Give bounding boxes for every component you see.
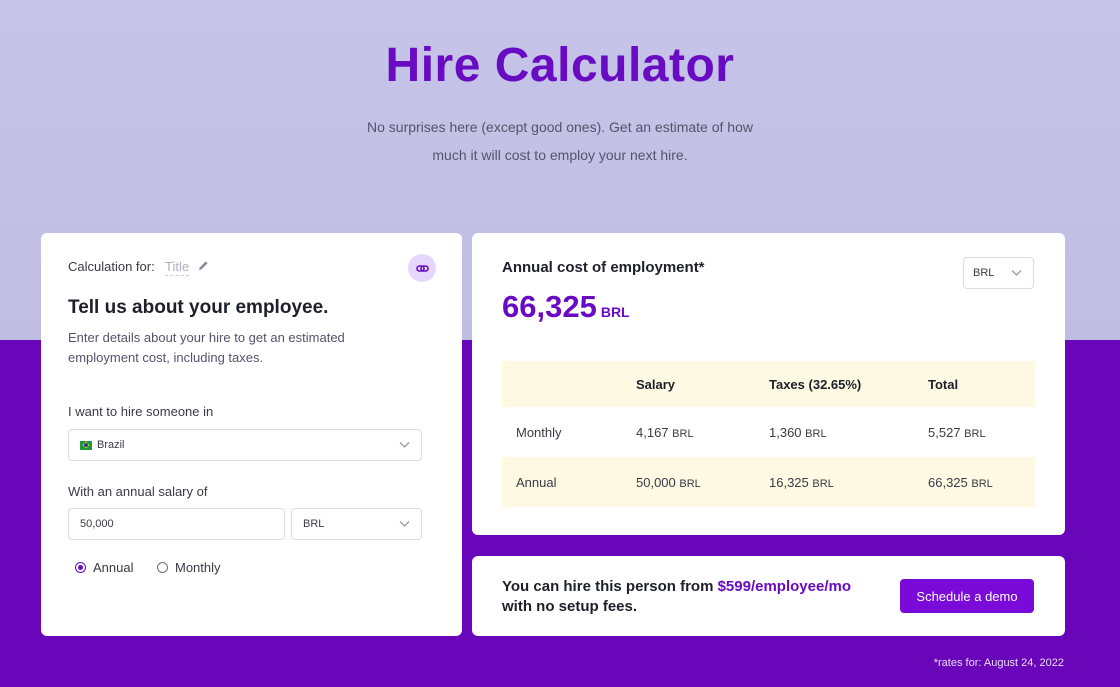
taxes-value: 16,325: [769, 474, 809, 490]
form-heading: Tell us about your employee.: [68, 297, 329, 318]
cost-results-card: Annual cost of employment* BRL 66,325 BRL…: [472, 233, 1065, 535]
table-row: Monthly 4,167 BRL 1,360 BRL 5,527 BRL: [502, 407, 1035, 457]
unit-label: BRL: [672, 427, 694, 440]
salary-label: With an annual salary of: [68, 484, 208, 499]
result-currency-select[interactable]: BRL: [963, 257, 1034, 289]
radio-annual-indicator[interactable]: [75, 562, 86, 573]
subtitle-line-1: No surprises here (except good ones). Ge…: [367, 119, 753, 135]
table-row: Annual 50,000 BRL 16,325 BRL 66,325 BRL: [502, 457, 1035, 507]
annual-cost-amount: 66,325 BRL: [502, 289, 630, 325]
pricing-text-after: with no setup fees.: [502, 598, 638, 615]
subtitle-line-2: much it will cost to employ your next hi…: [432, 147, 688, 163]
chevron-down-icon: [399, 442, 410, 448]
table-header-row: Salary Taxes (32.65%) Total: [502, 361, 1035, 407]
calculation-for-label: Calculation for:: [68, 259, 155, 274]
form-description: Enter details about your hire to get an …: [68, 330, 345, 365]
country-select[interactable]: Brazil: [68, 429, 422, 461]
salary-value: 4,167: [636, 424, 669, 440]
page-subtitle: No surprises here (except good ones). Ge…: [340, 113, 780, 169]
radio-monthly-label: Monthly: [175, 560, 221, 575]
pricing-price: $599/employee/mo: [717, 578, 851, 595]
page-title: Hire Calculator: [385, 39, 735, 92]
employee-form-card: Calculation for: Title Tell us about you…: [41, 233, 462, 636]
salary-value: 50,000: [636, 474, 676, 490]
unit-label: BRL: [964, 427, 986, 440]
copy-link-button[interactable]: [408, 254, 436, 282]
total-cell: 5,527 BRL: [928, 407, 1035, 457]
total-cell: 66,325 BRL: [928, 457, 1035, 507]
annual-cost-unit: BRL: [600, 304, 630, 320]
salary-currency-value: BRL: [303, 518, 325, 530]
unit-label: BRL: [805, 427, 827, 440]
row-label: Annual: [502, 457, 636, 507]
radio-monthly[interactable]: Monthly: [157, 560, 221, 575]
total-value: 5,527: [928, 424, 961, 440]
chevron-down-icon: [1011, 270, 1022, 276]
annual-cost-label: Annual cost of employment*: [502, 259, 705, 276]
salary-input[interactable]: 50,000: [68, 508, 285, 540]
result-currency-value: BRL: [973, 267, 995, 279]
unit-label: BRL: [679, 477, 701, 490]
total-value: 66,325: [928, 474, 968, 490]
link-icon: [415, 264, 429, 272]
country-value: Brazil: [97, 439, 125, 451]
title-input[interactable]: Title: [165, 259, 190, 276]
rates-footnote: *rates for: August 24, 2022: [933, 657, 1064, 669]
pricing-text: You can hire this person from $599/emplo…: [502, 577, 851, 617]
country-label: I want to hire someone in: [68, 404, 214, 419]
taxes-value: 1,360: [769, 424, 802, 440]
salary-cell: 4,167 BRL: [636, 407, 769, 457]
pencil-icon[interactable]: [197, 259, 210, 272]
schedule-demo-button[interactable]: Schedule a demo: [900, 579, 1034, 613]
unit-label: BRL: [971, 477, 993, 490]
salary-cell: 50,000 BRL: [636, 457, 769, 507]
radio-monthly-indicator[interactable]: [157, 562, 168, 573]
salary-value: 50,000: [80, 518, 114, 530]
chevron-down-icon: [399, 521, 410, 527]
brazil-flag-icon: [80, 440, 92, 450]
row-label: Monthly: [516, 424, 562, 440]
pricing-text-before: You can hire this person from: [502, 578, 718, 595]
radio-annual[interactable]: Annual: [75, 560, 133, 575]
salary-currency-select[interactable]: BRL: [291, 508, 422, 540]
pricing-cta-card: You can hire this person from $599/emplo…: [472, 556, 1065, 636]
radio-annual-label: Annual: [93, 560, 134, 575]
cost-breakdown-table: Salary Taxes (32.65%) Total Monthly 4,16…: [502, 361, 1035, 507]
unit-label: BRL: [812, 477, 834, 490]
annual-cost-value: 66,325: [502, 289, 597, 324]
table-header: [502, 361, 636, 407]
table-header-total: Total: [928, 361, 1035, 407]
table-header-salary: Salary: [636, 361, 769, 407]
taxes-cell: 16,325 BRL: [769, 457, 928, 507]
table-header-taxes: Taxes (32.65%): [769, 361, 928, 407]
taxes-cell: 1,360 BRL: [769, 407, 928, 457]
